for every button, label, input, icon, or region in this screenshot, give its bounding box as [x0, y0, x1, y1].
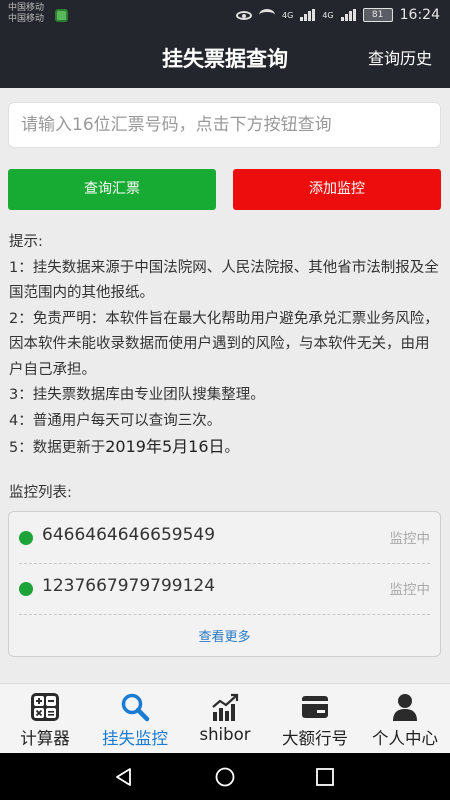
trend-chart-icon [212, 693, 239, 721]
tips-heading: 提示: [9, 234, 43, 250]
search-icon [121, 693, 150, 722]
recents-icon[interactable] [315, 767, 335, 787]
signal-icon-2 [340, 9, 356, 21]
bill-number-input[interactable] [9, 103, 440, 147]
tab-label: 个人中心 [372, 729, 438, 748]
bill-number: 1237667979799124 [42, 576, 216, 596]
status-bar: 中国移动 中国移动 4G 4G 81 16:24 [0, 0, 450, 30]
wifi-icon [259, 9, 276, 21]
divider [19, 614, 430, 615]
tips-section: 提示: 1：挂失数据来源于中国法院网、人民法院报、其他省市法制报及全国范围内的其… [9, 230, 441, 462]
update-suffix: 。 [224, 440, 240, 456]
tab-shibor[interactable]: shibor [180, 684, 270, 754]
tip-item-3: 3：挂失票数据库由专业团队搜集整理。 [9, 387, 265, 403]
calculator-icon [31, 693, 59, 721]
back-icon[interactable] [114, 767, 134, 787]
tip-item-2: 2：免责严明：本软件旨在最大化帮助用户避免承兑汇票业务风险，因本软件未能收录数据… [9, 310, 439, 378]
tip-item-5: 5：数据更新于2019年5月16日。 [9, 434, 441, 462]
monitor-status: 监控中 [389, 582, 431, 598]
search-box [8, 102, 441, 148]
carrier-labels: 中国移动 中国移动 [8, 3, 44, 25]
app-notification-icon [55, 9, 68, 22]
monitor-list-card: 6466464646659549 监控中 1237667979799124 监控… [8, 511, 441, 657]
tab-label: 挂失监控 [102, 729, 168, 748]
update-date: 2019年5月16日 [105, 437, 225, 456]
signal-icon [300, 9, 316, 21]
status-icons: 4G 4G 81 16:24 [236, 6, 440, 24]
query-bill-button[interactable]: 查询汇票 [8, 169, 216, 210]
person-icon [393, 694, 417, 721]
tab-loss-monitor[interactable]: 挂失监控 [90, 684, 180, 754]
tab-bank-codes[interactable]: 大额行号 [270, 684, 360, 754]
monitor-list-title: 监控列表: [9, 485, 72, 501]
bill-number: 6466464646659549 [42, 525, 216, 545]
network-type-1: 4G [282, 10, 294, 20]
card-icon [302, 696, 328, 718]
tab-label: 计算器 [20, 729, 70, 748]
eye-comfort-icon [236, 10, 253, 20]
bottom-tab-bar: 计算器 挂失监控 shibor 大额行号 个人中心 [0, 683, 450, 753]
carrier-1: 中国移动 [8, 3, 45, 13]
query-history-link[interactable]: 查询历史 [368, 30, 432, 88]
tip-item-1: 1：挂失数据来源于中国法院网、人民法院报、其他省市法制报及全国范围内的其他报纸。 [9, 259, 439, 302]
update-prefix: 5：数据更新于 [9, 440, 106, 456]
system-navigation-bar [0, 753, 450, 800]
monitor-list-item[interactable]: 6466464646659549 监控中 [9, 512, 440, 562]
monitor-status: 监控中 [389, 531, 431, 547]
active-status-dot [19, 531, 33, 545]
add-monitor-button[interactable]: 添加监控 [233, 169, 441, 210]
network-type-2: 4G [322, 10, 334, 20]
tab-personal-center[interactable]: 个人中心 [360, 684, 450, 754]
app-header: 挂失票据查询 查询历史 [0, 30, 450, 88]
view-more-link[interactable]: 查看更多 [9, 626, 440, 645]
active-status-dot [19, 582, 33, 596]
tip-item-4: 4：普通用户每天可以查询三次。 [9, 412, 222, 429]
tab-label: 大额行号 [282, 729, 348, 748]
home-icon[interactable] [215, 767, 235, 787]
carrier-2: 中国移动 [8, 14, 45, 24]
monitor-list-item[interactable]: 1237667979799124 监控中 [9, 563, 440, 613]
tab-calculator[interactable]: 计算器 [0, 684, 90, 754]
clock: 16:24 [399, 7, 440, 23]
battery-icon: 81 [362, 8, 393, 22]
tab-label: shibor [199, 725, 251, 744]
